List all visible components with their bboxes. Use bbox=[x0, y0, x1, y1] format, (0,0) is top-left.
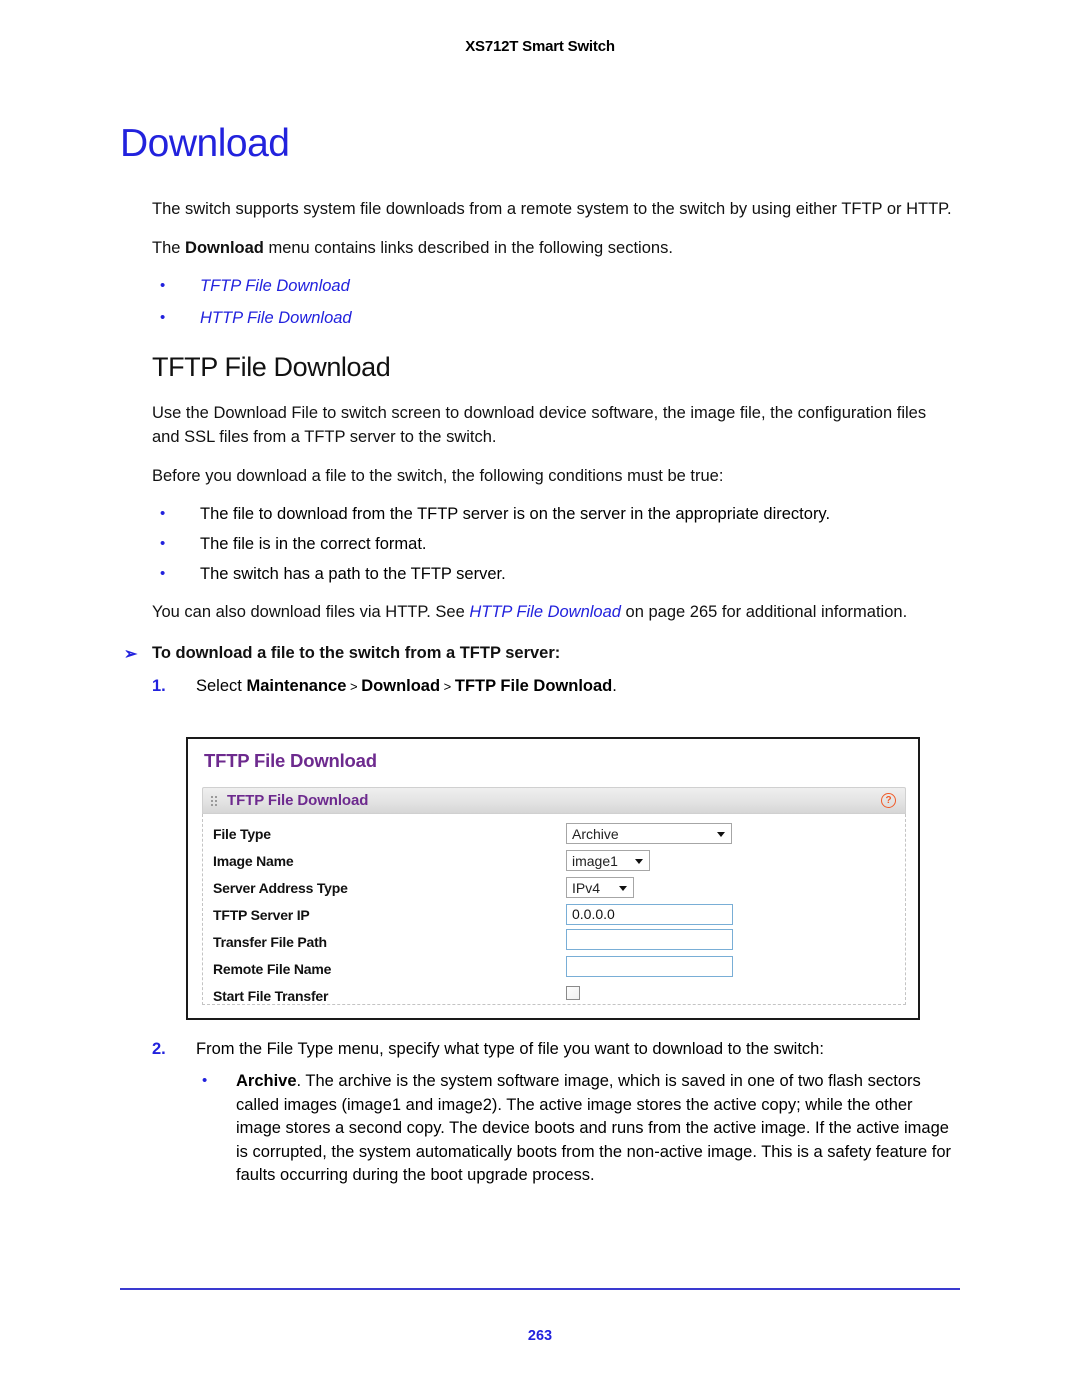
bullet-icon: • bbox=[160, 276, 166, 294]
input-remote-file-name[interactable] bbox=[566, 955, 733, 977]
field-image-name: image1 bbox=[566, 850, 650, 871]
running-header: XS712T Smart Switch bbox=[465, 38, 615, 55]
footer-divider bbox=[120, 1288, 960, 1290]
step-1-post: . bbox=[612, 677, 617, 696]
conditions-list: • The file to download from the TFTP ser… bbox=[152, 503, 952, 587]
chevron-down-icon bbox=[619, 886, 627, 891]
chevron-down-icon bbox=[717, 832, 725, 837]
step-1: 1. Select Maintenance > Download > TFTP … bbox=[152, 675, 952, 698]
menu-separator: > bbox=[440, 679, 455, 695]
intro-p2-pre: The bbox=[152, 239, 186, 258]
link-http-file-download[interactable]: HTTP File Download bbox=[200, 309, 352, 327]
ui-section-title: TFTP File Download bbox=[227, 792, 369, 809]
label-remote-file-name: Remote File Name bbox=[213, 960, 332, 977]
form-row-file-type: File Type Archive bbox=[203, 820, 905, 847]
body-content-continued: 2. From the File Type menu, specify what… bbox=[152, 1038, 952, 1196]
file-type-options: • Archive. The archive is the system soft… bbox=[196, 1070, 952, 1187]
label-transfer-file-path: Transfer File Path bbox=[213, 933, 327, 950]
input-transfer-file-path[interactable] bbox=[566, 928, 733, 950]
bullet-icon: • bbox=[202, 1072, 208, 1090]
procedure-heading: ➢ To download a file to the switch from … bbox=[116, 644, 952, 663]
select-file-type-value: Archive bbox=[572, 826, 619, 842]
select-file-type[interactable]: Archive bbox=[566, 823, 732, 844]
step-2-text: From the File Type menu, specify what ty… bbox=[196, 1040, 824, 1058]
step-number: 2. bbox=[152, 1040, 166, 1058]
tftp-file-download-screenshot: TFTP File Download TFTP File Download ? … bbox=[186, 737, 920, 1020]
intro-p2-post: menu contains links described in the fol… bbox=[263, 239, 673, 258]
bullet-icon: • bbox=[160, 309, 166, 327]
bullet-icon: • bbox=[160, 535, 166, 553]
field-file-type: Archive bbox=[566, 823, 732, 844]
link-tftp-file-download[interactable]: TFTP File Download bbox=[200, 277, 350, 295]
section-heading: TFTP File Download bbox=[152, 351, 391, 382]
form-row-remote-file-name: Remote File Name bbox=[203, 955, 905, 982]
condition-text: The file to download from the TFTP serve… bbox=[200, 504, 831, 523]
ui-section-header: TFTP File Download ? bbox=[202, 787, 906, 814]
step-2: 2. From the File Type menu, specify what… bbox=[152, 1038, 952, 1188]
form-row-start-file-transfer: Start File Transfer bbox=[203, 982, 905, 1009]
select-image-name-value: image1 bbox=[572, 853, 618, 869]
form-row-server-address-type: Server Address Type IPv4 bbox=[203, 874, 905, 901]
arrow-icon: ➢ bbox=[124, 646, 138, 664]
page-number: 263 bbox=[527, 1328, 553, 1344]
bullet-icon: • bbox=[160, 565, 166, 583]
list-item[interactable]: • TFTP File Download bbox=[152, 275, 952, 298]
ui-page-title: TFTP File Download bbox=[204, 750, 377, 771]
select-image-name[interactable]: image1 bbox=[566, 850, 650, 871]
section-link-list: • TFTP File Download • HTTP File Downloa… bbox=[152, 275, 952, 331]
menu-maintenance: Maintenance bbox=[246, 677, 347, 696]
select-server-address-type-value: IPv4 bbox=[572, 880, 601, 896]
step-number: 1. bbox=[152, 677, 166, 696]
label-start-file-transfer: Start File Transfer bbox=[213, 987, 329, 1004]
section-paragraph-2: Before you download a file to the switch… bbox=[152, 467, 724, 486]
condition-text: The switch has a path to the TFTP server… bbox=[200, 565, 506, 584]
page-title: Download bbox=[120, 122, 290, 165]
bullet-icon: • bbox=[160, 504, 166, 522]
crossref-pre: You can also download files via HTTP. Se… bbox=[152, 602, 470, 621]
menu-tftp-file-download: TFTP File Download bbox=[454, 677, 613, 696]
section-paragraph-1: Use the Download File to switch screen t… bbox=[152, 404, 927, 446]
download-menu-bold: Download bbox=[185, 239, 264, 258]
help-icon[interactable]: ? bbox=[881, 793, 896, 808]
form-row-transfer-file-path: Transfer File Path bbox=[203, 928, 905, 955]
label-file-type: File Type bbox=[213, 825, 271, 842]
body-content: The switch supports system file download… bbox=[124, 198, 952, 707]
list-item: • The file to download from the TFTP ser… bbox=[152, 503, 952, 526]
input-tftp-server-ip[interactable]: 0.0.0.0 bbox=[566, 904, 733, 925]
field-start-file-transfer bbox=[566, 986, 580, 1005]
field-remote-file-name bbox=[566, 955, 733, 982]
condition-text: The file is in the correct format. bbox=[200, 535, 427, 554]
list-item: • The file is in the correct format. bbox=[152, 533, 952, 556]
crossref-post: on page 265 for additional information. bbox=[620, 602, 908, 621]
intro-paragraph-1: The switch supports system file download… bbox=[152, 200, 952, 218]
label-image-name: Image Name bbox=[213, 852, 294, 869]
crossref-paragraph: You can also download files via HTTP. Se… bbox=[152, 601, 952, 624]
procedure-heading-text: To download a file to the switch from a … bbox=[152, 644, 561, 663]
menu-download: Download bbox=[361, 677, 441, 696]
label-server-address-type: Server Address Type bbox=[213, 879, 348, 896]
select-server-address-type[interactable]: IPv4 bbox=[566, 877, 634, 898]
procedure-steps-continued: 2. From the File Type menu, specify what… bbox=[152, 1038, 952, 1188]
link-http-file-download-inline[interactable]: HTTP File Download bbox=[469, 603, 621, 621]
field-server-address-type: IPv4 bbox=[566, 877, 634, 898]
field-tftp-server-ip: 0.0.0.0 bbox=[566, 904, 733, 925]
field-transfer-file-path bbox=[566, 928, 733, 955]
intro-paragraph-2: The Download menu contains links describ… bbox=[152, 237, 952, 260]
option-archive-description: . The archive is the system software ima… bbox=[236, 1072, 952, 1185]
checkbox-start-file-transfer[interactable] bbox=[566, 986, 580, 1000]
menu-separator: > bbox=[346, 679, 362, 695]
form-row-tftp-server-ip: TFTP Server IP 0.0.0.0 bbox=[203, 901, 905, 928]
drag-handle-icon[interactable] bbox=[211, 796, 217, 806]
label-tftp-server-ip: TFTP Server IP bbox=[213, 906, 310, 923]
ui-form-area: File Type Archive Image Name image1 Serv… bbox=[202, 814, 906, 1005]
form-row-image-name: Image Name image1 bbox=[203, 847, 905, 874]
procedure-steps: 1. Select Maintenance > Download > TFTP … bbox=[152, 675, 952, 698]
option-archive-label: Archive bbox=[236, 1072, 297, 1091]
list-item[interactable]: • HTTP File Download bbox=[152, 307, 952, 330]
chevron-down-icon bbox=[635, 859, 643, 864]
list-item: • The switch has a path to the TFTP serv… bbox=[152, 563, 952, 586]
list-item: • Archive. The archive is the system soft… bbox=[196, 1070, 952, 1187]
step-1-pre: Select bbox=[196, 677, 247, 696]
